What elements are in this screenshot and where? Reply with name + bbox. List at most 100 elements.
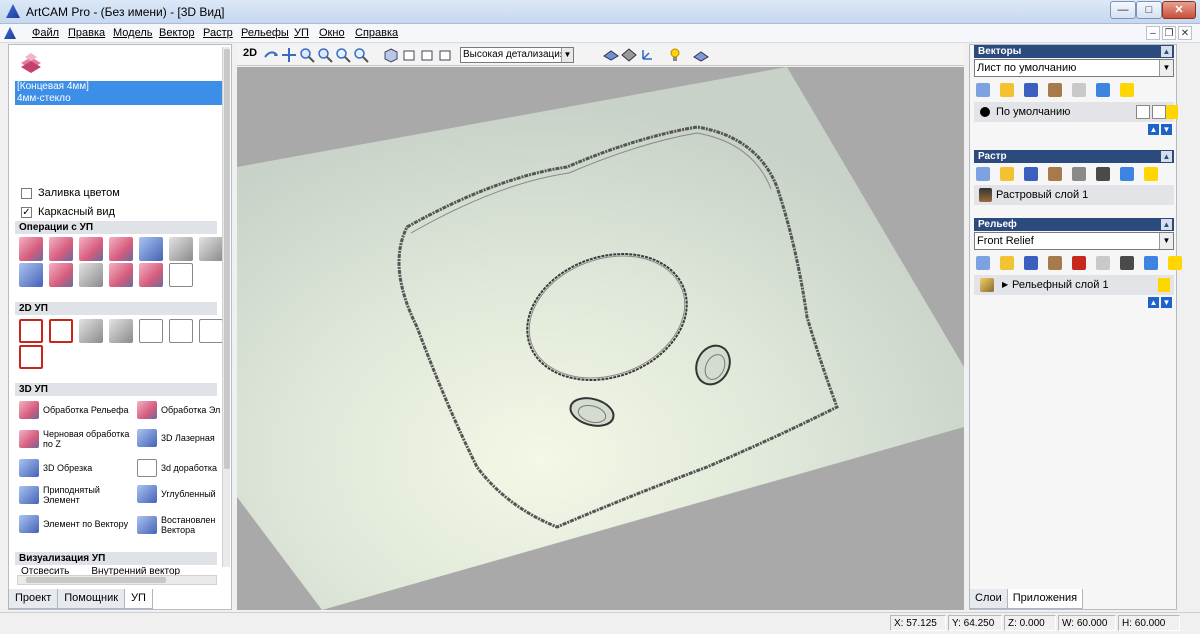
visibility-bulb-icon[interactable] xyxy=(1166,105,1178,119)
pin-icon[interactable]: ▲ xyxy=(1161,219,1172,230)
visibility-bulb-icon[interactable] xyxy=(1158,278,1170,292)
vector-layer-row[interactable]: По умолчанию xyxy=(974,102,1178,122)
profile-toolpath-icon[interactable] xyxy=(19,319,43,343)
merge-toolpaths-icon[interactable] xyxy=(139,237,163,261)
inlay-icon[interactable] xyxy=(199,319,223,343)
image-adjust-icon[interactable] xyxy=(1096,167,1110,181)
mdi-restore-button[interactable]: ❐ xyxy=(1162,26,1176,40)
left-panel-horizontal-scrollbar[interactable] xyxy=(17,575,217,585)
toolpath-template-icon[interactable] xyxy=(109,263,133,287)
menu-toolpaths[interactable]: УП xyxy=(294,27,309,39)
engraving-icon[interactable] xyxy=(139,319,163,343)
move-up-icon[interactable]: ▲ xyxy=(1148,124,1159,135)
raster-layer-row[interactable]: Растровый слой 1 xyxy=(974,185,1174,205)
3d-laser-item[interactable]: 3D Лазерная xyxy=(137,429,221,447)
delete-icon[interactable] xyxy=(1144,256,1158,270)
open-icon[interactable] xyxy=(1000,167,1014,181)
recalculate-toolpath-icon[interactable] xyxy=(79,237,103,261)
tool-database-icon[interactable] xyxy=(17,51,47,77)
menu-file[interactable]: Файл xyxy=(32,27,59,39)
fill-color-checkbox[interactable] xyxy=(21,187,32,199)
section-toolpath-operations[interactable]: Операции с УП xyxy=(15,221,217,234)
tab-project[interactable]: Проект xyxy=(8,589,59,609)
fill-color-option[interactable]: Заливка цветом xyxy=(21,187,120,199)
tab-applications[interactable]: Приложения xyxy=(1006,589,1084,609)
menu-edit[interactable]: Правка xyxy=(68,27,105,39)
tool-list[interactable]: [Концевая 4мм] 4мм-стекло xyxy=(15,81,223,105)
section-toolpath-visualization[interactable]: Визуализация УП xyxy=(15,552,217,565)
3d-rest-machining-item[interactable]: 3d доработка xyxy=(137,459,221,477)
relief-preview-icon[interactable] xyxy=(1120,256,1134,270)
relief-header[interactable]: Рельеф ▲ xyxy=(974,218,1174,231)
delete-icon[interactable] xyxy=(1120,167,1134,181)
lighting-icon[interactable] xyxy=(667,47,683,63)
wireframe-option[interactable]: ✓ Каркасный вид xyxy=(21,206,115,218)
expand-arrow-icon[interactable]: ▶ xyxy=(1002,275,1008,295)
open-icon[interactable] xyxy=(1000,83,1014,97)
zoom-fit-icon[interactable] xyxy=(335,47,351,63)
tool-setup-icon[interactable] xyxy=(199,237,223,261)
restore-vectors-item[interactable]: Востановлен Вектора xyxy=(137,515,221,535)
raster-header[interactable]: Растр ▲ xyxy=(974,150,1174,163)
raised-feature-item[interactable]: Приподнятый Элемент xyxy=(19,485,137,505)
bevel-carving-icon[interactable] xyxy=(19,345,43,369)
vector-sheet-select[interactable]: Лист по умолчанию ▼ xyxy=(974,59,1174,77)
front-view-icon[interactable] xyxy=(401,47,417,63)
menu-vector[interactable]: Вектор xyxy=(159,27,195,39)
close-button[interactable]: ✕ xyxy=(1162,1,1196,19)
copy-toolpath-icon[interactable] xyxy=(49,263,73,287)
machine-vectors-icon[interactable] xyxy=(169,319,193,343)
v-bit-carving-icon[interactable] xyxy=(109,319,133,343)
axes-icon[interactable] xyxy=(639,47,655,63)
toolpath-info-icon[interactable] xyxy=(49,237,73,261)
new-layer-icon[interactable] xyxy=(976,256,990,270)
save-toolpath-icon[interactable] xyxy=(19,237,43,261)
shaded-view-icon[interactable] xyxy=(621,47,637,63)
relief-layer-row[interactable]: ▶ Рельефный слой 1 xyxy=(974,275,1174,295)
rotate-icon[interactable] xyxy=(263,47,279,63)
open-icon[interactable] xyxy=(1000,256,1014,270)
tool-list-item[interactable]: [Концевая 4мм] xyxy=(15,81,223,93)
tab-assistant[interactable]: Помощник xyxy=(57,589,126,609)
z-level-roughing-item[interactable]: Черновая обработка по Z xyxy=(19,429,137,449)
vis-option-2[interactable]: Внутренний вектор xyxy=(91,567,180,575)
save-icon[interactable] xyxy=(1024,167,1038,181)
zoom-in-icon[interactable] xyxy=(299,47,315,63)
edit-icon[interactable] xyxy=(1152,105,1166,119)
machine-feature-item[interactable]: Обработка Эл xyxy=(137,401,221,419)
machine-relief-item[interactable]: Обработка Рельефа xyxy=(19,401,137,419)
zoom-window-icon[interactable] xyxy=(353,47,369,63)
toolpath-preview-icon[interactable] xyxy=(169,263,193,287)
zoom-out-icon[interactable] xyxy=(317,47,333,63)
menu-reliefs[interactable]: Рельефы xyxy=(241,27,289,39)
delete-icon[interactable] xyxy=(1096,83,1110,97)
maximize-button[interactable]: □ xyxy=(1136,1,1162,19)
left-panel-vertical-scrollbar[interactable] xyxy=(222,47,230,567)
new-layer-icon[interactable] xyxy=(976,167,990,181)
section-3d-toolpaths[interactable]: 3D УП xyxy=(15,383,217,396)
menu-raster[interactable]: Растр xyxy=(203,27,233,39)
3d-viewport[interactable] xyxy=(237,67,964,610)
grayscale-icon[interactable] xyxy=(1072,167,1086,181)
show-relief-icon[interactable] xyxy=(603,47,619,63)
bulb-icon[interactable] xyxy=(1120,83,1134,97)
vis-option-1[interactable]: Отсвесить xyxy=(21,567,69,575)
bulb-icon[interactable] xyxy=(1144,167,1158,181)
recessed-feature-item[interactable]: Углубленный xyxy=(137,485,221,503)
minimize-button[interactable]: — xyxy=(1110,1,1136,19)
scroll-thumb[interactable] xyxy=(224,49,230,469)
toolpath-sheet-icon[interactable] xyxy=(169,237,193,261)
merge-icon[interactable] xyxy=(1048,167,1062,181)
vectors-header[interactable]: Векторы ▲ xyxy=(974,45,1174,58)
section-2d-toolpaths[interactable]: 2D УП xyxy=(15,302,217,315)
merge-icon[interactable] xyxy=(1048,83,1062,97)
pin-icon[interactable]: ▲ xyxy=(1161,151,1172,162)
mdi-minimize-button[interactable]: – xyxy=(1146,26,1160,40)
relief-combine-icon[interactable] xyxy=(1072,256,1086,270)
save-icon[interactable] xyxy=(1024,256,1038,270)
tool-list-item[interactable]: 4мм-стекло xyxy=(15,93,223,105)
side-view-icon[interactable] xyxy=(419,47,435,63)
detail-level-select[interactable]: Высокая детализация ▼ xyxy=(460,47,574,63)
area-clearance-icon[interactable] xyxy=(49,319,73,343)
lock-icon[interactable] xyxy=(1136,105,1150,119)
